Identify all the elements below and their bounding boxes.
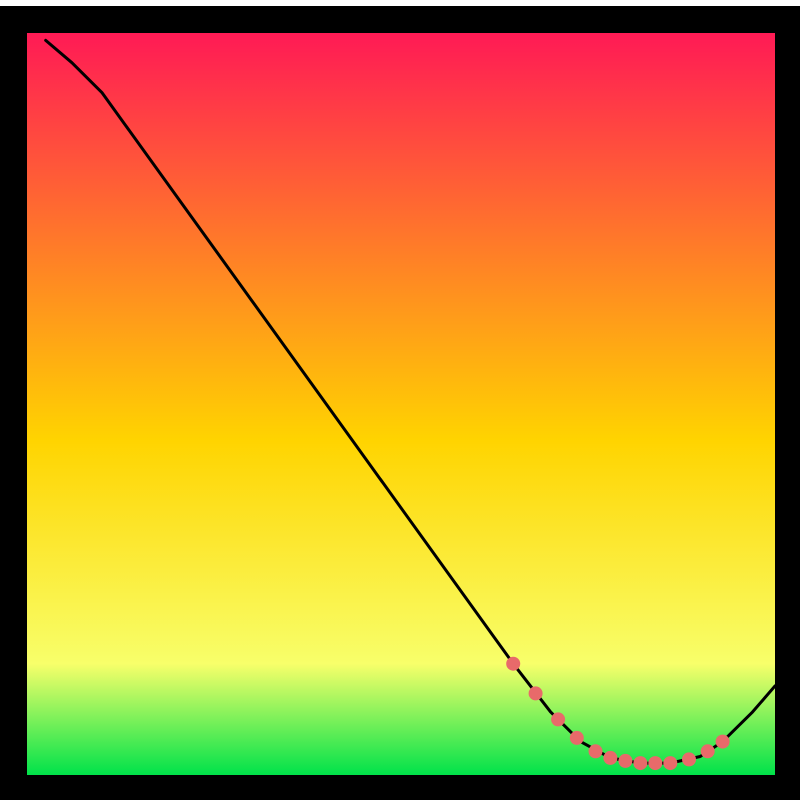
dot xyxy=(603,751,617,765)
chart-container: { "attribution": "TheBottleneck.com", "c… xyxy=(0,0,800,800)
dot xyxy=(663,756,677,770)
dot xyxy=(589,744,603,758)
bottleneck-chart xyxy=(0,0,800,800)
dot xyxy=(716,735,730,749)
dot xyxy=(682,752,696,766)
dot xyxy=(633,756,647,770)
dot xyxy=(506,657,520,671)
dot xyxy=(551,712,565,726)
dot xyxy=(570,731,584,745)
dot xyxy=(529,686,543,700)
dot xyxy=(701,744,715,758)
dot xyxy=(618,754,632,768)
dot xyxy=(648,756,662,770)
